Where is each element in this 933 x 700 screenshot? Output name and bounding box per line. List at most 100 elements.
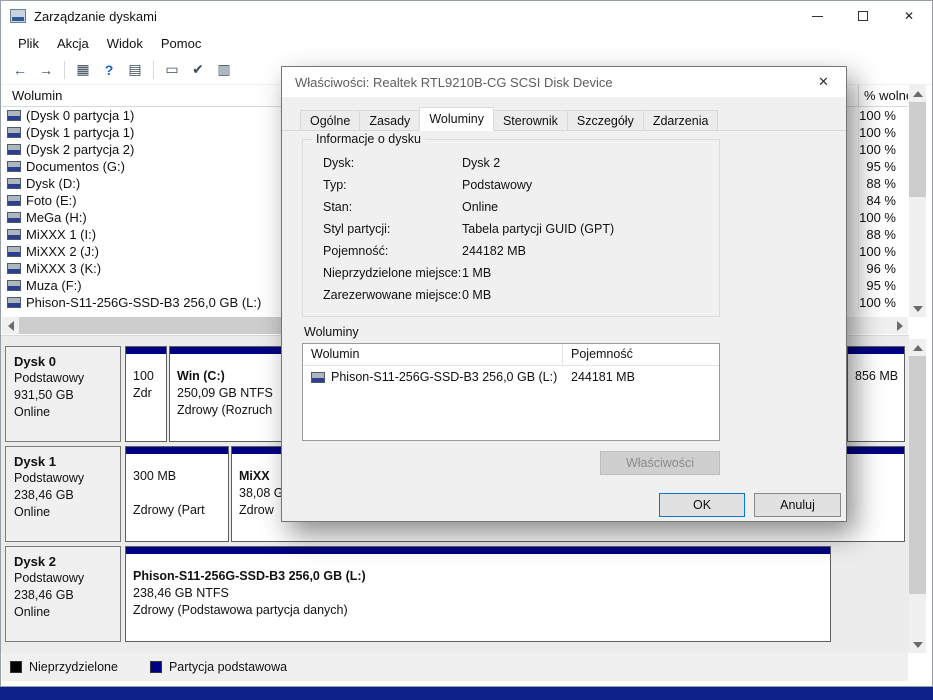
disk-name: Dysk 2 [14,554,56,569]
disk-panel[interactable]: Dysk 0 Podstawowy 931,50 GB Online [5,346,121,442]
action-pane-icon[interactable]: ▭ [160,58,184,82]
partition[interactable]: 856 MB [847,346,905,442]
menu-item-plik[interactable]: Plik [9,33,48,54]
ok-button[interactable]: OK [659,493,745,517]
graph-view-icon[interactable]: ▥ [212,58,236,82]
tab-szczegoly[interactable]: Szczegóły [566,110,644,131]
column-header-wolumin[interactable]: Wolumin [12,88,62,103]
disk-size: 931,50 GB [14,388,74,402]
column-header-free[interactable]: % wolnej [858,85,908,107]
minimize-button[interactable] [794,1,840,31]
info-value: Online [462,200,499,214]
table-cell-volume: Phison-S11-256G-SSD-B3 256,0 GB (L:) [331,370,558,384]
volume-icon [7,280,21,291]
tab-zdarzenia[interactable]: Zdarzenia [642,110,719,131]
volume-icon [7,297,21,308]
properties-icon[interactable]: ▤ [123,58,147,82]
scroll-down-icon[interactable] [909,636,926,653]
toolbar-separator [64,60,65,79]
window-title: Zarządzanie dyskami [34,8,157,24]
unallocated-swatch [10,661,22,673]
dialog-title: Właściwości: Realtek RTL9210B-CG SCSI Di… [295,74,613,90]
volume-name: Phison-S11-256G-SSD-B3 256,0 GB (L:) [26,295,262,310]
partition-label: 100 [133,369,154,383]
disk-status: Online [14,605,51,619]
volume-name: (Dysk 0 partycja 1) [26,108,135,123]
volume-icon [7,212,21,223]
disk-status: Online [14,405,51,419]
column-header-volume[interactable]: Wolumin [303,344,563,365]
dialog-close-button[interactable]: ✕ [801,67,846,97]
back-icon[interactable]: ← [8,58,32,82]
volume-free-percent: 100 % [858,124,908,141]
groupbox-title: Informacje o dysku [312,132,425,146]
disk-panel[interactable]: Dysk 1 Podstawowy 238,46 GB Online [5,446,121,542]
volume-name: MiXXX 3 (K:) [26,261,102,276]
info-row: Stan: Online [323,200,719,215]
menu-item-akcja[interactable]: Akcja [48,33,98,54]
scroll-down-icon[interactable] [909,300,926,317]
volume-free-percent: 100 % [858,141,908,158]
info-row: Dysk: Dysk 2 [323,156,719,171]
partition-label: 300 MB [133,469,177,483]
disk-panel[interactable]: Dysk 2 Podstawowy 238,46 GB Online [5,546,121,642]
toolbar-separator [153,60,154,79]
info-row: Nieprzydzielone miejsce: 1 MB [323,266,719,281]
scroll-left-icon[interactable] [2,317,19,334]
volume-name: (Dysk 2 partycja 2) [26,142,135,157]
info-row: Pojemność: 244182 MB [323,244,719,259]
table-row[interactable]: Phison-S11-256G-SSD-B3 256,0 GB (L:) 244… [303,366,719,390]
volume-icon [7,246,21,257]
menu-item-widok[interactable]: Widok [98,33,152,54]
partition-label [133,485,221,502]
volume-free-percent: 95 % [858,158,908,175]
table-cell-capacity: 244181 MB [571,370,635,384]
volume-icon [7,161,21,172]
list-vertical-scrollbar[interactable] [909,85,926,317]
info-label: Stan: [323,200,353,214]
partition[interactable]: 100 Zdr [125,346,167,442]
scrollbar-thumb[interactable] [909,102,926,197]
scroll-up-icon[interactable] [909,339,926,356]
tab-sterownik[interactable]: Sterownik [492,110,568,131]
title-bar: Zarządzanie dyskami ✕ [1,1,932,31]
volume-name: Muza (F:) [26,278,82,293]
partition[interactable]: Phison-S11-256G-SSD-B3 256,0 GB (L:) 238… [125,546,831,642]
info-value: 244182 MB [462,244,526,258]
forward-icon[interactable]: → [34,58,58,82]
partition[interactable]: 300 MB Zdrowy (Part [125,446,229,542]
info-label: Styl partycji: [323,222,391,236]
properties-button: Właściwości [600,451,720,475]
scrollbar-thumb[interactable] [909,356,926,594]
menu-bar: Plik Akcja Widok Pomoc [1,31,932,55]
column-header-capacity[interactable]: Pojemność [563,344,633,365]
help-icon[interactable]: ? [97,58,121,82]
disk-row-2: Dysk 2 Podstawowy 238,46 GB Online Phiso… [1,546,909,642]
dialog-title-bar: Właściwości: Realtek RTL9210B-CG SCSI Di… [282,67,846,97]
scroll-up-icon[interactable] [909,85,926,102]
graph-vertical-scrollbar[interactable] [909,339,926,653]
close-button[interactable]: ✕ [886,1,932,31]
tab-zasady[interactable]: Zasady [359,110,421,131]
volume-icon [7,229,21,240]
info-value: Tabela partycji GUID (GPT) [462,222,615,236]
info-label: Dysk: [323,156,355,170]
disk-type: Podstawowy [14,371,85,385]
tab-ogolne[interactable]: Ogólne [300,110,361,131]
menu-item-pomoc[interactable]: Pomoc [152,33,210,54]
tab-woluminy[interactable]: Woluminy [419,107,494,131]
volume-free-percent: 88 % [858,226,908,243]
maximize-button[interactable] [840,1,886,31]
check-disk-icon[interactable]: ✔ [186,58,210,82]
volume-icon [7,110,21,121]
volume-free-percent: 100 % [858,294,908,311]
scroll-right-icon[interactable] [891,317,908,334]
console-tree-icon[interactable]: ▦ [71,58,95,82]
volumes-section-label: Woluminy [304,325,359,339]
cancel-button[interactable]: Anuluj [754,493,841,517]
info-value: 1 MB [462,266,492,280]
properties-dialog: Właściwości: Realtek RTL9210B-CG SCSI Di… [281,66,847,522]
volume-icon [7,127,21,138]
legend-label: Partycja podstawowa [168,660,288,674]
disk-type: Podstawowy [14,571,85,585]
